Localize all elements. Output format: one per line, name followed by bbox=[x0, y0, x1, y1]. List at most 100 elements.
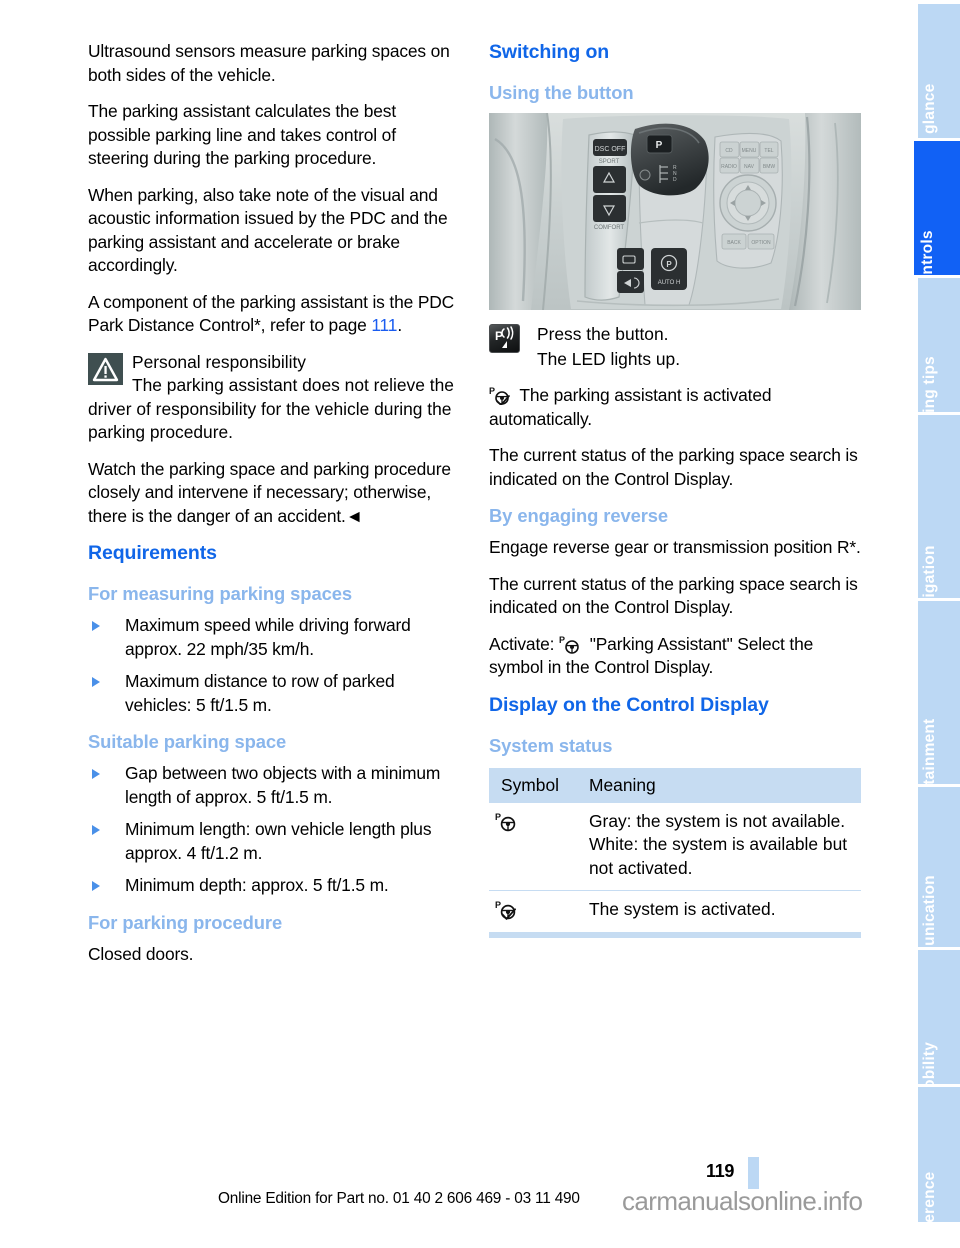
warning-title: Personal responsibility bbox=[132, 351, 306, 372]
svg-text:CD: CD bbox=[725, 148, 733, 154]
section-tabs: At a glance Controls Driving tips Naviga… bbox=[914, 0, 960, 1248]
svg-text:P: P bbox=[489, 386, 495, 396]
heading-system-status: System status bbox=[489, 734, 613, 756]
heading-by-engaging-reverse: By engaging reverse bbox=[489, 505, 669, 526]
sidebar-item-mobility[interactable]: Mobility bbox=[918, 950, 960, 1102]
list-item: Maximum distance to row of parked vehicl… bbox=[88, 670, 460, 717]
footer-edition-note: Online Edition for Part no. 01 40 2 606 … bbox=[218, 1190, 580, 1207]
bullet-triangle-icon bbox=[92, 881, 100, 891]
list-item-label: Minimum depth: approx. 5 ft/1.5 m. bbox=[125, 875, 389, 895]
bullet-triangle-icon bbox=[92, 621, 100, 631]
center-console-photo: DSC OFF SPORT COMFORT P R N D CD MENU TE… bbox=[489, 113, 861, 310]
bullet-triangle-icon bbox=[92, 769, 100, 779]
paragraph-pdc-reference: A component of the parking assistant is … bbox=[88, 291, 460, 338]
heading-for-measuring-parking-spaces: For measuring parking spaces bbox=[88, 583, 352, 604]
warning-body: The parking assistant does not relieve t… bbox=[88, 375, 454, 442]
bullet-list-measuring: Maximum speed while driving forward appr… bbox=[88, 614, 460, 717]
heading-suitable-parking-space: Suitable parking space bbox=[88, 731, 287, 752]
press-button-step: P Press the button. The LED lights up. bbox=[489, 322, 861, 372]
step-line-press: Press the button. bbox=[537, 324, 669, 344]
paragraph-ultrasound: Ultrasound sensors measure parking space… bbox=[88, 41, 450, 85]
heading-requirements: Requirements bbox=[88, 542, 217, 564]
sidebar-item-communication[interactable]: Communication bbox=[918, 787, 960, 995]
table-bottom-band bbox=[489, 931, 861, 938]
svg-text:P: P bbox=[495, 812, 501, 822]
sidebar-item-navigation[interactable]: Navigation bbox=[918, 415, 960, 627]
parking-assistant-button-icon: P bbox=[489, 324, 520, 353]
list-item-label: Maximum distance to row of parked vehicl… bbox=[125, 671, 395, 715]
manual-page: Ultrasound sensors measure parking space… bbox=[0, 0, 960, 1248]
paragraph-status-display: The current status of the parking space … bbox=[489, 445, 858, 489]
table-row: P Gray: the system is not available. Whi… bbox=[489, 802, 861, 891]
warning-triangle-icon bbox=[88, 352, 123, 385]
sidebar-item-at-a-glance[interactable]: At a glance bbox=[918, 4, 960, 168]
svg-text:DSC OFF: DSC OFF bbox=[595, 146, 626, 153]
p-steering-wheel-activated-icon: P bbox=[489, 386, 515, 405]
svg-text:AUTO H: AUTO H bbox=[658, 280, 681, 286]
cell-meaning: Gray: the system is not available. White… bbox=[577, 802, 861, 891]
paragraph-closed-doors: Closed doors. bbox=[88, 943, 194, 964]
list-item: Gap between two objects with a minimum l… bbox=[88, 762, 460, 809]
meaning-line: White: the system is available but not a… bbox=[589, 834, 848, 878]
svg-text:BMW: BMW bbox=[763, 164, 776, 170]
list-item-label: Maximum speed while driving forward appr… bbox=[125, 615, 411, 659]
svg-text:P: P bbox=[666, 260, 672, 269]
column-header-symbol: Symbol bbox=[489, 767, 577, 803]
svg-text:COMFORT: COMFORT bbox=[594, 225, 625, 231]
sidebar-item-controls[interactable]: Controls bbox=[914, 141, 960, 296]
system-status-table: Symbol Meaning P Gray: the system is not… bbox=[489, 767, 861, 932]
bullet-list-suitable-space: Gap between two objects with a minimum l… bbox=[88, 762, 460, 898]
table-header-row: Symbol Meaning bbox=[489, 767, 861, 803]
step-line-led: The LED lights up. bbox=[537, 349, 681, 369]
svg-text:D: D bbox=[673, 177, 677, 183]
column-header-meaning: Meaning bbox=[577, 767, 861, 803]
svg-text:P: P bbox=[559, 635, 565, 645]
svg-text:TEL: TEL bbox=[764, 148, 773, 154]
svg-text:OPTION: OPTION bbox=[751, 240, 771, 246]
p-steering-wheel-activated-icon: P bbox=[495, 900, 521, 920]
svg-text:RADIO: RADIO bbox=[721, 164, 737, 170]
activate-prefix: Activate: bbox=[489, 633, 560, 654]
site-watermark: carmanualsonline.info bbox=[622, 1186, 863, 1216]
bullet-triangle-icon bbox=[92, 677, 100, 687]
right-text-column: Switching on Using the button DSC OFF SP… bbox=[489, 40, 861, 938]
bullet-triangle-icon bbox=[92, 825, 100, 835]
sidebar-item-driving-tips[interactable]: Driving tips bbox=[918, 278, 960, 444]
list-item-label: Gap between two objects with a minimum l… bbox=[125, 763, 441, 807]
table-row: P The system is activated. bbox=[489, 891, 861, 932]
warning-closing-text: Watch the parking space and parking proc… bbox=[88, 458, 451, 526]
warning-note-block: Personal responsibility The parking assi… bbox=[88, 351, 460, 445]
heading-switching-on: Switching on bbox=[489, 41, 610, 63]
list-item: Maximum speed while driving forward appr… bbox=[88, 614, 460, 661]
svg-text:SPORT: SPORT bbox=[599, 159, 620, 165]
sidebar-item-entertainment[interactable]: Entertainment bbox=[918, 601, 960, 825]
paragraph-engage-reverse: Engage reverse gear or transmission posi… bbox=[489, 537, 861, 557]
p-steering-wheel-icon: P bbox=[495, 812, 521, 831]
list-item: Minimum length: own vehicle length plus … bbox=[88, 818, 460, 865]
page-reference-link[interactable]: 111 bbox=[371, 315, 397, 335]
pdc-text-after: . bbox=[397, 315, 402, 335]
page-number-bar bbox=[748, 1157, 759, 1189]
warning-closing: Watch the parking space and parking proc… bbox=[88, 458, 460, 529]
list-item-label: Minimum length: own vehicle length plus … bbox=[125, 819, 432, 863]
page-number: 119 bbox=[706, 1161, 735, 1181]
p-steering-wheel-icon: P bbox=[559, 635, 585, 654]
paragraph-activate: Activate: P "Parking Assistant" Select t… bbox=[489, 633, 861, 680]
svg-text:MENU: MENU bbox=[742, 148, 757, 154]
paragraph-reverse-status: The current status of the parking space … bbox=[489, 573, 858, 618]
sidebar-item-label: Reference bbox=[921, 1171, 938, 1248]
sidebar-item-reference[interactable]: Reference bbox=[918, 1087, 960, 1248]
cell-symbol: P bbox=[489, 891, 577, 932]
paragraph-calculates: The parking assistant calculates the bes… bbox=[88, 101, 397, 168]
list-item: Minimum depth: approx. 5 ft/1.5 m. bbox=[88, 874, 460, 898]
cell-symbol: P bbox=[489, 802, 577, 891]
heading-display-on-control-display: Display on the Control Display bbox=[489, 693, 769, 716]
svg-text:BACK: BACK bbox=[727, 240, 741, 246]
heading-for-parking-procedure: For parking procedure bbox=[88, 911, 283, 933]
cell-meaning: The system is activated. bbox=[577, 891, 861, 932]
heading-using-the-button: Using the button bbox=[489, 82, 634, 103]
paragraph-when-parking: When parking, also take note of the visu… bbox=[88, 184, 448, 276]
svg-text:P: P bbox=[495, 900, 501, 910]
auto-activation-text: The parking assistant is activated autom… bbox=[489, 385, 772, 429]
paragraph-auto-activation: P The parking assistant is activated aut… bbox=[489, 384, 861, 431]
